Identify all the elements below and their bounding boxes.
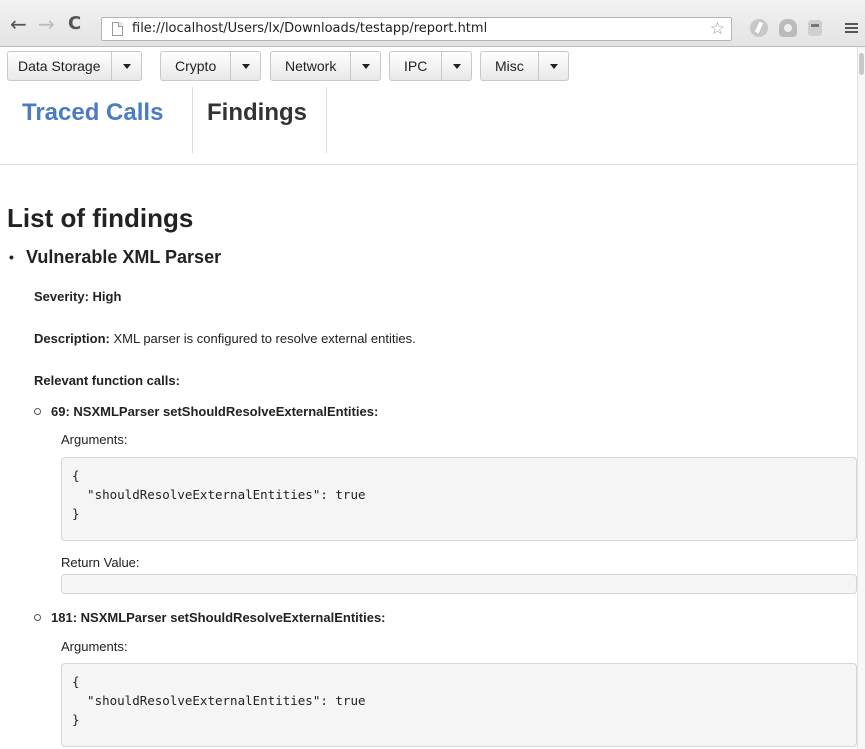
reload-button[interactable]: C [68,14,81,34]
code-line: "shouldResolveExternalEntities": true [72,487,366,502]
caret-down-icon[interactable] [351,52,380,80]
headphones-extension-icon[interactable] [779,19,797,37]
caret-down-icon[interactable] [442,52,471,80]
forward-button[interactable]: → [38,14,55,34]
finding-title: Vulnerable XML Parser [7,247,857,267]
back-button[interactable]: ← [10,14,27,34]
circle-bullet-icon [34,614,41,622]
arguments-code-block: { "shouldResolveExternalEntities": true} [61,663,857,747]
scrollbar-thumb[interactable] [859,53,864,75]
misc-button[interactable]: Misc [481,52,539,80]
caret-down-icon[interactable] [539,52,568,80]
code-line: } [72,506,80,521]
tab-findings[interactable]: Findings [192,87,327,153]
call-item-title: 181: NSXMLParser setShouldResolveExterna… [34,610,386,626]
description-label: Description: [34,331,110,346]
code-line: } [72,712,80,727]
chrome-menu-icon[interactable] [845,23,858,33]
return-value-label: Return Value: [61,555,140,570]
arguments-label: Arguments: [61,639,128,654]
caret-down-icon[interactable] [231,52,260,80]
report-tabs: Traced Calls Findings [0,87,865,165]
severity-text: Severity: High [34,289,122,304]
vertical-scrollbar[interactable] [857,47,865,749]
relevant-calls-label: Relevant function calls: [34,373,180,388]
finding-item: Vulnerable XML Parser Severity: High Des… [7,247,857,747]
crypto-button[interactable]: Crypto [161,52,232,80]
page-icon [112,22,123,36]
arguments-label: Arguments: [61,432,128,447]
findings-content: List of findings Vulnerable XML Parser S… [7,190,857,747]
address-bar[interactable]: file://localhost/Users/lx/Downloads/test… [101,17,732,41]
code-line: { [72,468,80,483]
ipc-dropdown[interactable]: IPC [389,51,473,81]
call-item-title: 69: NSXMLParser setShouldResolveExternal… [34,404,378,420]
page-heading: List of findings [7,203,194,233]
data-storage-button[interactable]: Data Storage [8,52,112,80]
data-storage-dropdown[interactable]: Data Storage [7,51,142,81]
extension-icon-3[interactable] [808,20,822,36]
call-title-text: 181: NSXMLParser setShouldResolveExterna… [51,610,386,625]
bookmark-star-icon[interactable]: ☆ [710,19,725,39]
arguments-code-block: { "shouldResolveExternalEntities": true} [61,457,857,541]
description-text: Description: XML parser is configured to… [34,331,416,347]
category-menu-bar: Data Storage Crypto Network IPC Misc [0,47,865,87]
return-value-block [61,574,857,594]
circle-bullet-icon [34,408,41,416]
call-title-text: 69: NSXMLParser setShouldResolveExternal… [51,404,379,419]
ipc-button[interactable]: IPC [390,52,443,80]
misc-dropdown[interactable]: Misc [480,51,569,81]
crypto-dropdown[interactable]: Crypto [160,51,262,81]
code-line: { [72,674,80,689]
caret-down-icon[interactable] [112,52,141,80]
url-text[interactable]: file://localhost/Users/lx/Downloads/test… [132,21,487,36]
network-dropdown[interactable]: Network [270,51,382,81]
network-button[interactable]: Network [271,52,352,80]
description-value: XML parser is configured to resolve exte… [109,331,416,346]
tab-traced-calls[interactable]: Traced Calls [2,87,177,153]
browser-toolbar: ← → C file://localhost/Users/lx/Download… [0,0,865,47]
extension-icon-1[interactable] [750,19,768,37]
code-line: "shouldResolveExternalEntities": true [72,693,366,708]
